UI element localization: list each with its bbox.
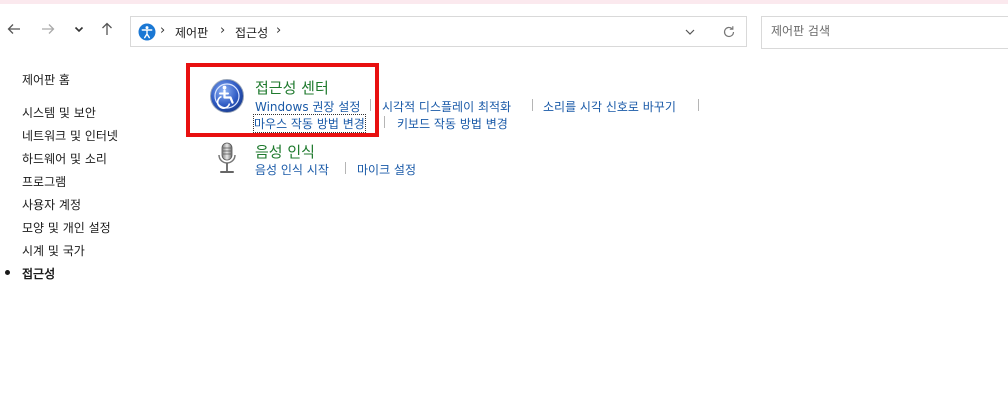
sidebar-item-clock-region[interactable]: 시계 및 국가 [22,242,85,259]
sidebar-item-programs[interactable]: 프로그램 [22,173,66,190]
sidebar-item-system-security[interactable]: 시스템 및 보안 [22,104,96,121]
link-divider [345,162,346,174]
breadcrumb-separator-icon: › [160,23,166,38]
breadcrumb-control-panel[interactable]: 제어판 [175,24,208,41]
up-arrow-icon [102,22,112,35]
refresh-icon[interactable] [721,24,737,40]
search-input[interactable] [771,24,1001,38]
navigation-toolbar: › 제어판 › 접근성 › [0,4,1008,54]
link-start-speech-recognition[interactable]: 음성 인식 시작 [255,161,329,178]
address-bar[interactable]: › 제어판 › 접근성 › [130,16,747,47]
up-button[interactable] [96,18,118,40]
address-history-chevron-icon[interactable] [683,25,697,39]
sidebar-item-hardware-sound[interactable]: 하드웨어 및 소리 [22,150,107,167]
sidebar-item-ease-of-access: 접근성 [22,267,56,281]
link-set-up-microphone[interactable]: 마이크 설정 [357,161,416,178]
microphone-icon[interactable] [215,141,239,177]
breadcrumb-separator-icon[interactable]: › [276,23,281,38]
sidebar-item-user-accounts[interactable]: 사용자 계정 [22,196,81,213]
link-divider [698,99,699,111]
highlight-box [186,63,379,137]
link-change-keyboard-settings[interactable]: 키보드 작동 방법 변경 [397,115,508,132]
link-replace-sounds-with-visual-cues[interactable]: 소리를 시각 신호로 바꾸기 [543,98,676,115]
current-page-bullet-icon [5,270,10,275]
back-arrow-icon [7,24,20,34]
sidebar-item-control-panel-home[interactable]: 제어판 홈 [22,71,70,88]
recent-locations-button[interactable] [68,18,90,40]
link-optimize-visual-display[interactable]: 시각적 디스플레이 최적화 [382,98,511,115]
link-divider [532,99,533,111]
accessibility-icon [138,23,156,41]
breadcrumb-separator-icon[interactable]: › [220,23,225,38]
breadcrumb-ease-of-access[interactable]: 접근성 [235,24,268,41]
forward-arrow-icon [42,24,55,34]
link-divider [384,116,385,128]
sidebar-item-network-internet[interactable]: 네트워크 및 인터넷 [22,127,118,144]
search-box[interactable] [761,16,1008,49]
speech-recognition-title[interactable]: 음성 인식 [255,141,315,162]
chevron-down-icon [74,26,84,33]
back-button[interactable] [3,18,25,40]
sidebar-item-appearance[interactable]: 모양 및 개인 설정 [22,219,111,236]
forward-button[interactable] [37,18,59,40]
